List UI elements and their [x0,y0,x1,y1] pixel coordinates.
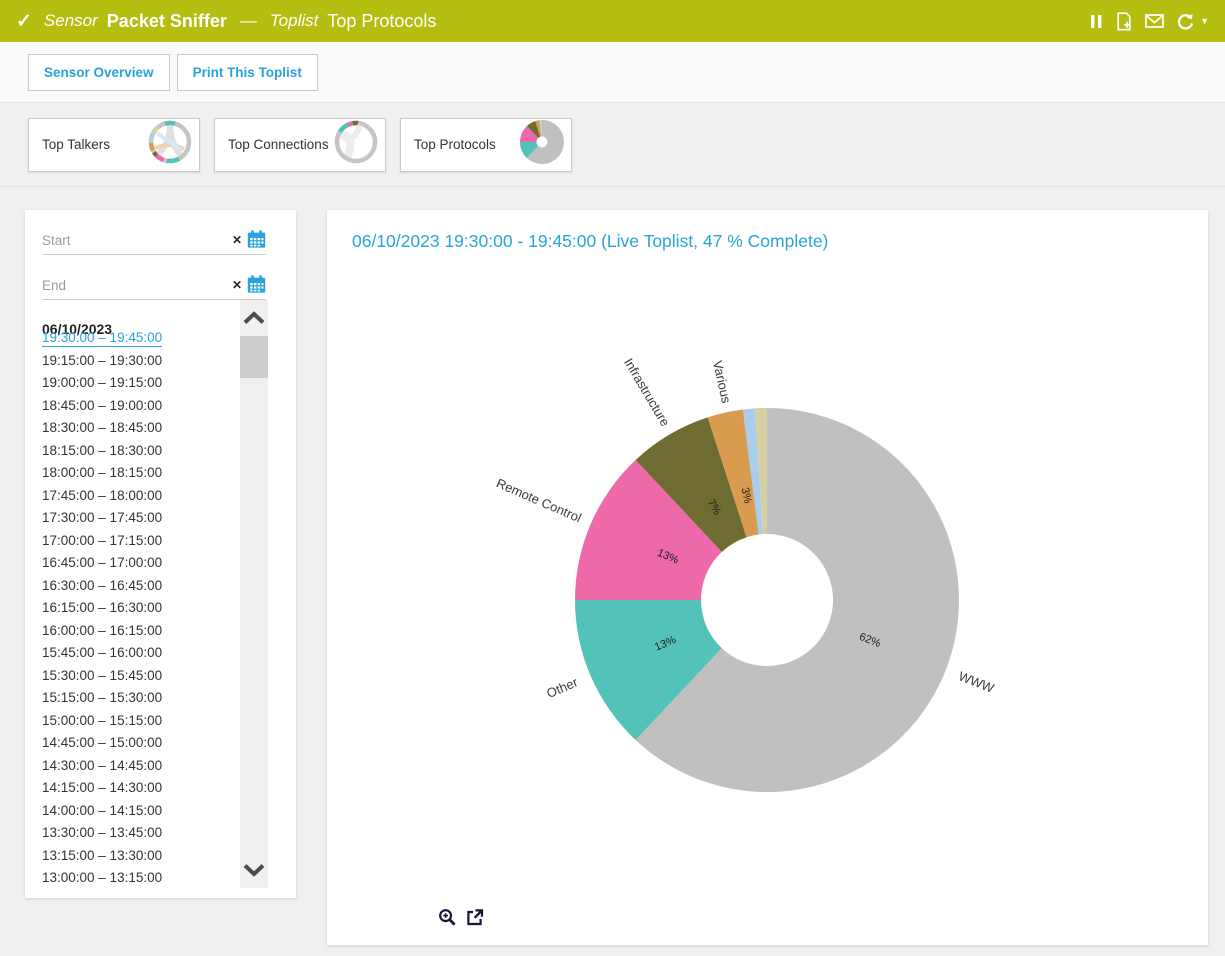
start-date-field[interactable]: Start ✕ [42,226,266,255]
toplist-interval-link[interactable]: 17:00:00 – 17:15:00 [42,530,238,553]
toplist-interval-link[interactable]: 16:00:00 – 16:15:00 [42,620,238,643]
toplist-interval-link[interactable]: 18:45:00 – 19:00:00 [42,395,238,418]
toplist-interval-link[interactable]: 15:45:00 – 16:00:00 [42,642,238,665]
toplist-interval-link[interactable]: 16:30:00 – 16:45:00 [42,575,238,598]
toplist-interval-link[interactable]: 14:15:00 – 14:30:00 [42,777,238,800]
toplist-tabs: Top Talkers [0,103,1225,187]
header-bar: ✓ Sensor Packet Sniffer — Toplist Top Pr… [0,0,1225,42]
refresh-dropdown-caret-icon[interactable]: ▼ [1200,16,1209,26]
sensor-overview-button[interactable]: Sensor Overview [28,54,170,91]
chord-diagram-icon [333,119,379,170]
toplist-interval-link[interactable]: 17:45:00 – 18:00:00 [42,485,238,508]
scroll-up-icon[interactable] [240,302,268,334]
chart-title: 06/10/2023 19:30:00 - 19:45:00 (Live Top… [352,231,828,252]
calendar-icon[interactable] [247,275,266,293]
tab-label: Top Talkers [42,137,110,152]
slice-name-label: Remote Control [494,475,584,525]
add-report-icon[interactable] [1115,12,1133,31]
slice-name-label: Other [544,674,580,701]
breadcrumb-sensor-name: Packet Sniffer [107,11,227,32]
slice-name-label: Various [710,359,734,405]
print-toplist-button[interactable]: Print This Toplist [177,54,318,91]
toplist-interval-link[interactable]: 13:00:00 – 13:15:00 [42,867,238,890]
toplist-interval-link[interactable]: 18:00:00 – 18:15:00 [42,462,238,485]
toplist-interval-link[interactable]: 19:00:00 – 19:15:00 [42,372,238,395]
breadcrumb-separator: — [240,11,257,31]
toplist-interval-link[interactable]: 13:15:00 – 13:30:00 [42,845,238,868]
history-interval-list: 19:30:00 – 19:45:0019:15:00 – 19:30:0019… [42,327,238,890]
chart-actions [438,908,484,927]
toplist-interval-link[interactable]: 13:30:00 – 13:45:00 [42,822,238,845]
toolbar: Sensor Overview Print This Toplist [0,42,1225,103]
toplist-interval-link[interactable]: 15:00:00 – 15:15:00 [42,710,238,733]
refresh-icon[interactable] [1176,13,1194,30]
donut-chart-icon [519,119,565,170]
toplist-interval-link[interactable]: 14:45:00 – 15:00:00 [42,732,238,755]
toplist-interval-link[interactable]: 18:30:00 – 18:45:00 [42,417,238,440]
header-actions: ▼ [1090,12,1209,31]
toplist-interval-link[interactable]: 16:45:00 – 17:00:00 [42,552,238,575]
toplist-interval-link[interactable]: 17:30:00 – 17:45:00 [42,507,238,530]
scrollbar-thumb[interactable] [240,336,268,378]
breadcrumb-toplist-label: Toplist [270,11,319,31]
toplist-interval-link[interactable]: 15:15:00 – 15:30:00 [42,687,238,710]
slice-name-label: Infrastructure [621,355,673,429]
email-icon[interactable] [1145,14,1164,28]
toplist-interval-link[interactable]: 19:15:00 – 19:30:00 [42,350,238,373]
status-ok-check-icon: ✓ [16,10,32,33]
toplist-interval-link[interactable]: 18:15:00 – 18:30:00 [42,440,238,463]
toplist-interval-link[interactable]: 14:00:00 – 14:15:00 [42,800,238,823]
zoom-in-icon[interactable] [438,908,457,927]
scroll-down-icon[interactable] [240,854,268,886]
end-date-placeholder: End [42,278,227,293]
toplist-interval-link[interactable]: 14:30:00 – 14:45:00 [42,755,238,778]
tab-label: Top Connections [228,137,329,152]
tab-top-connections[interactable]: Top Connections [214,118,386,172]
tab-top-protocols[interactable]: Top Protocols [400,118,572,172]
breadcrumb-toplist-name: Top Protocols [327,11,436,32]
toplist-interval-link[interactable]: 15:30:00 – 15:45:00 [42,665,238,688]
chord-diagram-icon [147,119,193,170]
breadcrumb-sensor-label: Sensor [44,11,98,31]
top-protocols-donut-chart[interactable]: 62%WWW13%Other13%Remote Control7%Infrast… [327,280,1208,900]
toplist-interval-link[interactable]: 19:30:00 – 19:45:00 [42,327,238,350]
open-external-icon[interactable] [465,908,484,927]
toplist-chart-panel: 06/10/2023 19:30:00 - 19:45:00 (Live Top… [327,210,1208,945]
toplist-interval-link[interactable]: 16:15:00 – 16:30:00 [42,597,238,620]
calendar-icon[interactable] [247,230,266,248]
slice-name-label: WWW [956,668,996,696]
end-date-field[interactable]: End ✕ [42,271,266,300]
pause-icon[interactable] [1090,14,1103,29]
tab-label: Top Protocols [414,137,496,152]
tab-top-talkers[interactable]: Top Talkers [28,118,200,172]
toplist-history-panel: Start ✕ End ✕ [25,210,296,898]
start-date-placeholder: Start [42,233,227,248]
clear-start-icon[interactable]: ✕ [227,233,247,247]
history-scrollbar[interactable] [240,300,268,888]
clear-end-icon[interactable]: ✕ [227,278,247,292]
